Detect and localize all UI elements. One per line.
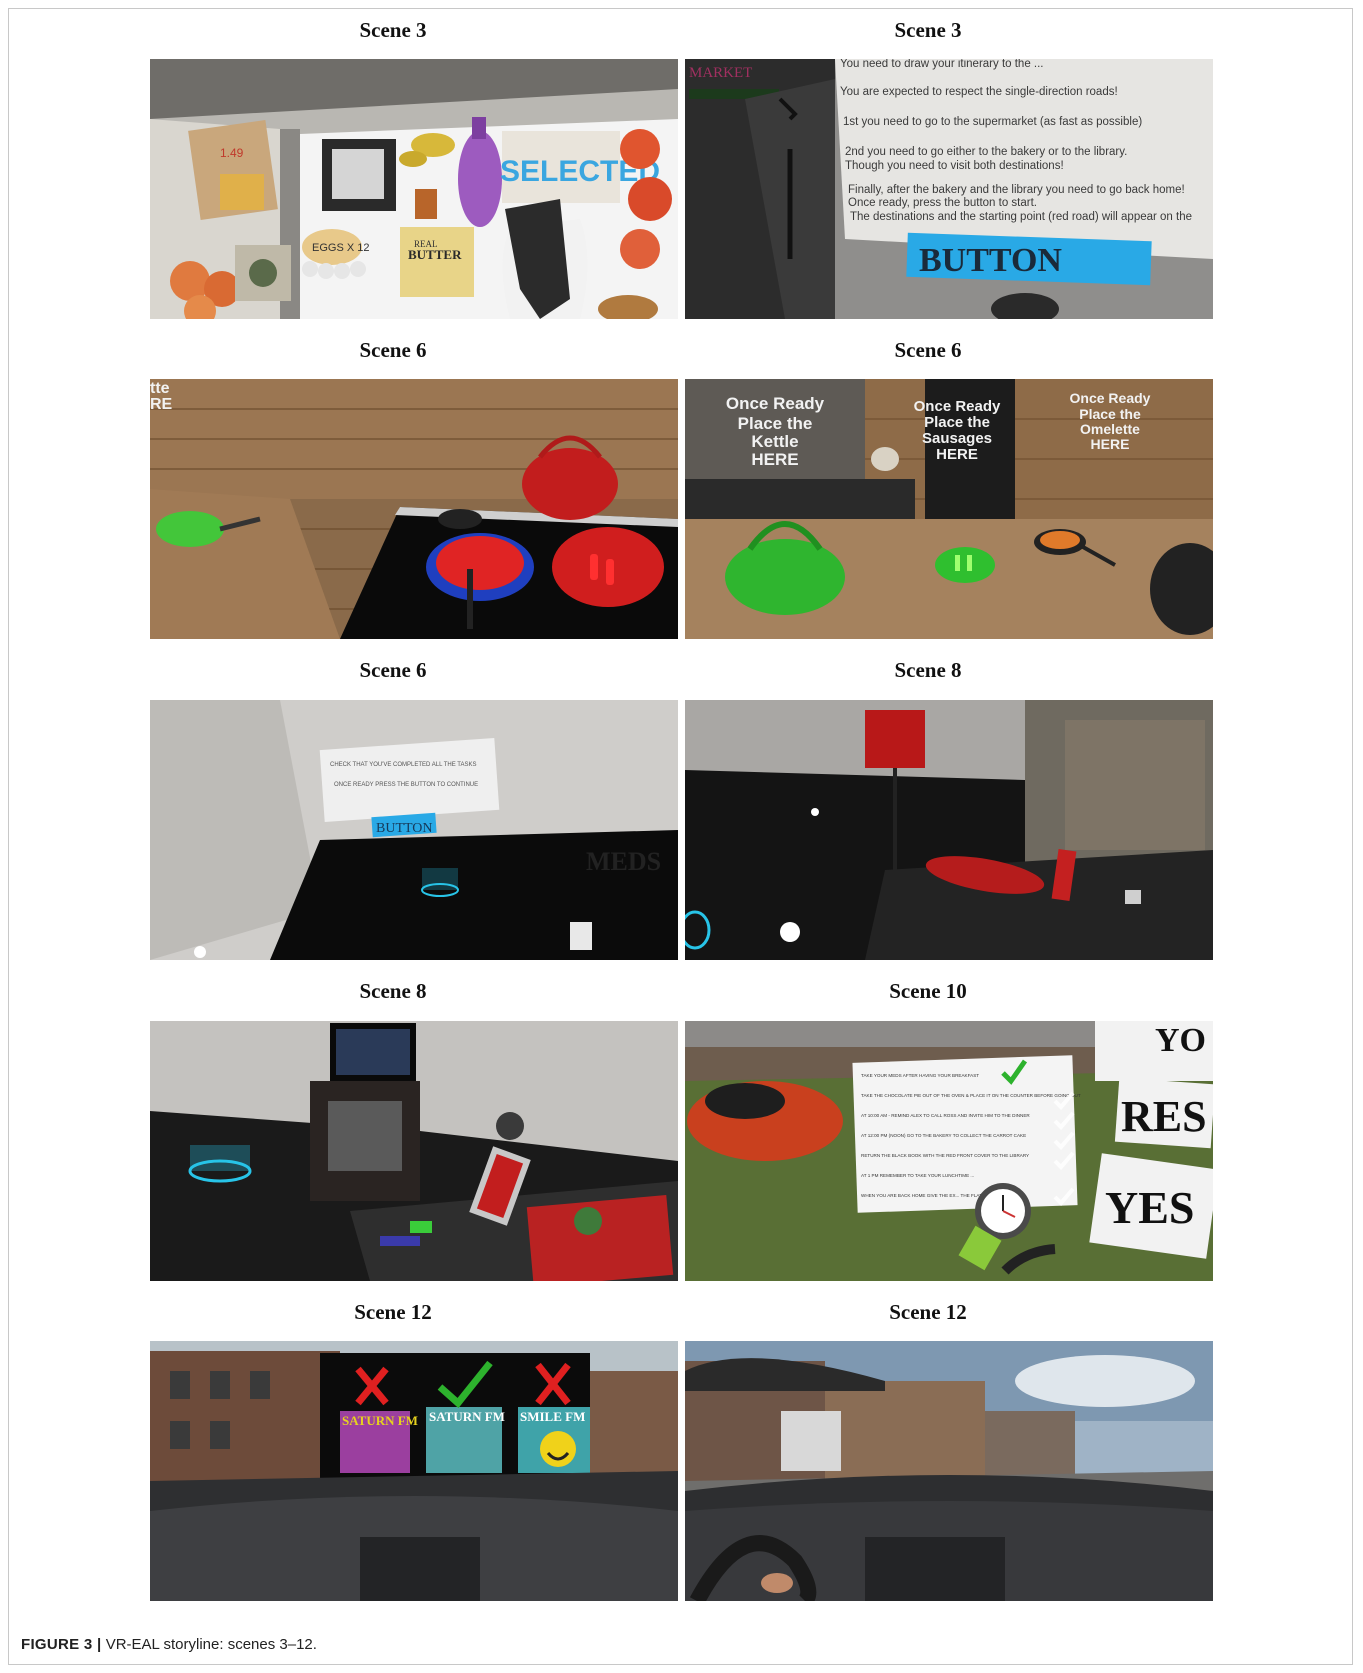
meds-label: MEDS bbox=[586, 847, 661, 876]
eggs-label: EGGS X 12 bbox=[312, 242, 369, 254]
panel-title: Scene 12 bbox=[889, 1300, 967, 1324]
sausages-sign-line: Sausages bbox=[922, 430, 992, 447]
scene-12-radio-image: SATURN FM SATURN FM SMILE FM bbox=[150, 1341, 678, 1601]
check-line: CHECK THAT YOU'VE COMPLETED ALL THE TASK… bbox=[330, 762, 477, 768]
sign-fragment: RE bbox=[150, 396, 173, 413]
panel-title: Scene 6 bbox=[359, 658, 427, 682]
instruction-line: Though you need to visit both destinatio… bbox=[845, 160, 1064, 172]
price-tag-text: 1.49 bbox=[220, 146, 244, 160]
figure-caption: FIGURE 3 | VR-EAL storyline: scenes 3–12… bbox=[21, 1636, 317, 1653]
instruction-line: 1st you need to go to the supermarket (a… bbox=[843, 116, 1142, 128]
scene-3-supermarket-image: 1.49 SELECTED EGGS X 12 REAL BUTTER bbox=[150, 59, 678, 319]
station-label: SMILE FM bbox=[520, 1409, 585, 1424]
scene-3-instructions-image: MARKET You need to draw your itinerary t… bbox=[685, 59, 1213, 319]
caption-text: VR-EAL storyline: scenes 3–12. bbox=[105, 1636, 317, 1653]
check-line: ONCE READY PRESS THE BUTTON TO CONTINUE bbox=[334, 782, 478, 788]
task-line: TAKE THE CHOCOLATE PIE OUT OF THE OVEN &… bbox=[861, 1093, 1081, 1098]
market-sign-text: MARKET bbox=[689, 65, 752, 81]
sign-fragment: tte bbox=[150, 380, 170, 397]
butter-label: BUTTER bbox=[408, 247, 462, 262]
kettle-sign-line: Place the bbox=[738, 414, 813, 433]
omelette-sign-line: Once Ready bbox=[1070, 390, 1151, 406]
station-label: SATURN FM bbox=[342, 1413, 418, 1428]
instruction-line: The destinations and the starting point … bbox=[850, 211, 1192, 223]
panel-title: Scene 6 bbox=[359, 338, 427, 362]
res-label: RES bbox=[1121, 1092, 1207, 1141]
caption-label: FIGURE 3 | bbox=[21, 1636, 102, 1653]
sausages-sign-line: Once Ready bbox=[914, 398, 1001, 415]
scene-8-livingroom-image bbox=[685, 700, 1213, 960]
kettle-sign-line: HERE bbox=[751, 450, 798, 469]
sausages-sign-line: HERE bbox=[936, 446, 978, 463]
panel-title: Scene 12 bbox=[354, 1300, 432, 1324]
panel-title: Scene 3 bbox=[359, 18, 427, 42]
instruction-line: You are expected to respect the single-d… bbox=[840, 86, 1118, 98]
omelette-sign-line: Omelette bbox=[1080, 421, 1140, 437]
panel-title: Scene 6 bbox=[894, 338, 962, 362]
scene-6-signs-image: Once Ready Place the Kettle HERE Once Re… bbox=[685, 379, 1213, 639]
kettle-sign-line: Kettle bbox=[751, 432, 798, 451]
button-label: BUTTON bbox=[376, 821, 433, 836]
sausages-sign-line: Place the bbox=[924, 414, 990, 431]
scene-6-stove-image: tte RE bbox=[150, 379, 678, 639]
task-line: AT 12:00 PM (NOON) GO TO THE BAKERY TO C… bbox=[861, 1133, 1026, 1138]
task-line: TAKE YOUR MEDS AFTER HAVING YOUR BREAKFA… bbox=[861, 1073, 979, 1078]
panel-title: Scene 3 bbox=[894, 18, 962, 42]
panel-title: Scene 10 bbox=[889, 979, 967, 1003]
scene-6-check-image: CHECK THAT YOU'VE COMPLETED ALL THE TASK… bbox=[150, 700, 678, 960]
panel-title: Scene 8 bbox=[359, 979, 427, 1003]
scene-12-driving-image bbox=[685, 1341, 1213, 1601]
scene-10-tasks-image: TAKE YOUR MEDS AFTER HAVING YOUR BREAKFA… bbox=[685, 1021, 1213, 1281]
sign-fragment: YO bbox=[1155, 1022, 1206, 1059]
instruction-line: You need to draw your itinerary to the .… bbox=[840, 59, 1044, 70]
panel-title: Scene 8 bbox=[894, 658, 962, 682]
yes-label: YES bbox=[1105, 1182, 1194, 1233]
button-label: BUTTON bbox=[919, 242, 1062, 279]
task-line: AT 1 PM REMEMBER TO TAKE YOUR LUNCHTIME … bbox=[861, 1173, 974, 1178]
instruction-line: Finally, after the bakery and the librar… bbox=[848, 184, 1185, 196]
instruction-line: 2nd you need to go either to the bakery … bbox=[845, 146, 1127, 158]
omelette-sign-line: HERE bbox=[1091, 436, 1130, 452]
station-label: SATURN FM bbox=[429, 1409, 505, 1424]
task-line: RETURN THE BLACK BOOK WITH THE RED FRONT… bbox=[861, 1153, 1029, 1158]
instruction-line: Once ready, press the button to start. bbox=[848, 197, 1037, 209]
scene-8-tv-image bbox=[150, 1021, 678, 1281]
kettle-sign-line: Once Ready bbox=[726, 394, 825, 413]
task-line: AT 10:00 AM - REMIND ALEX TO CALL ROSS A… bbox=[861, 1113, 1030, 1118]
omelette-sign-line: Place the bbox=[1079, 406, 1141, 422]
